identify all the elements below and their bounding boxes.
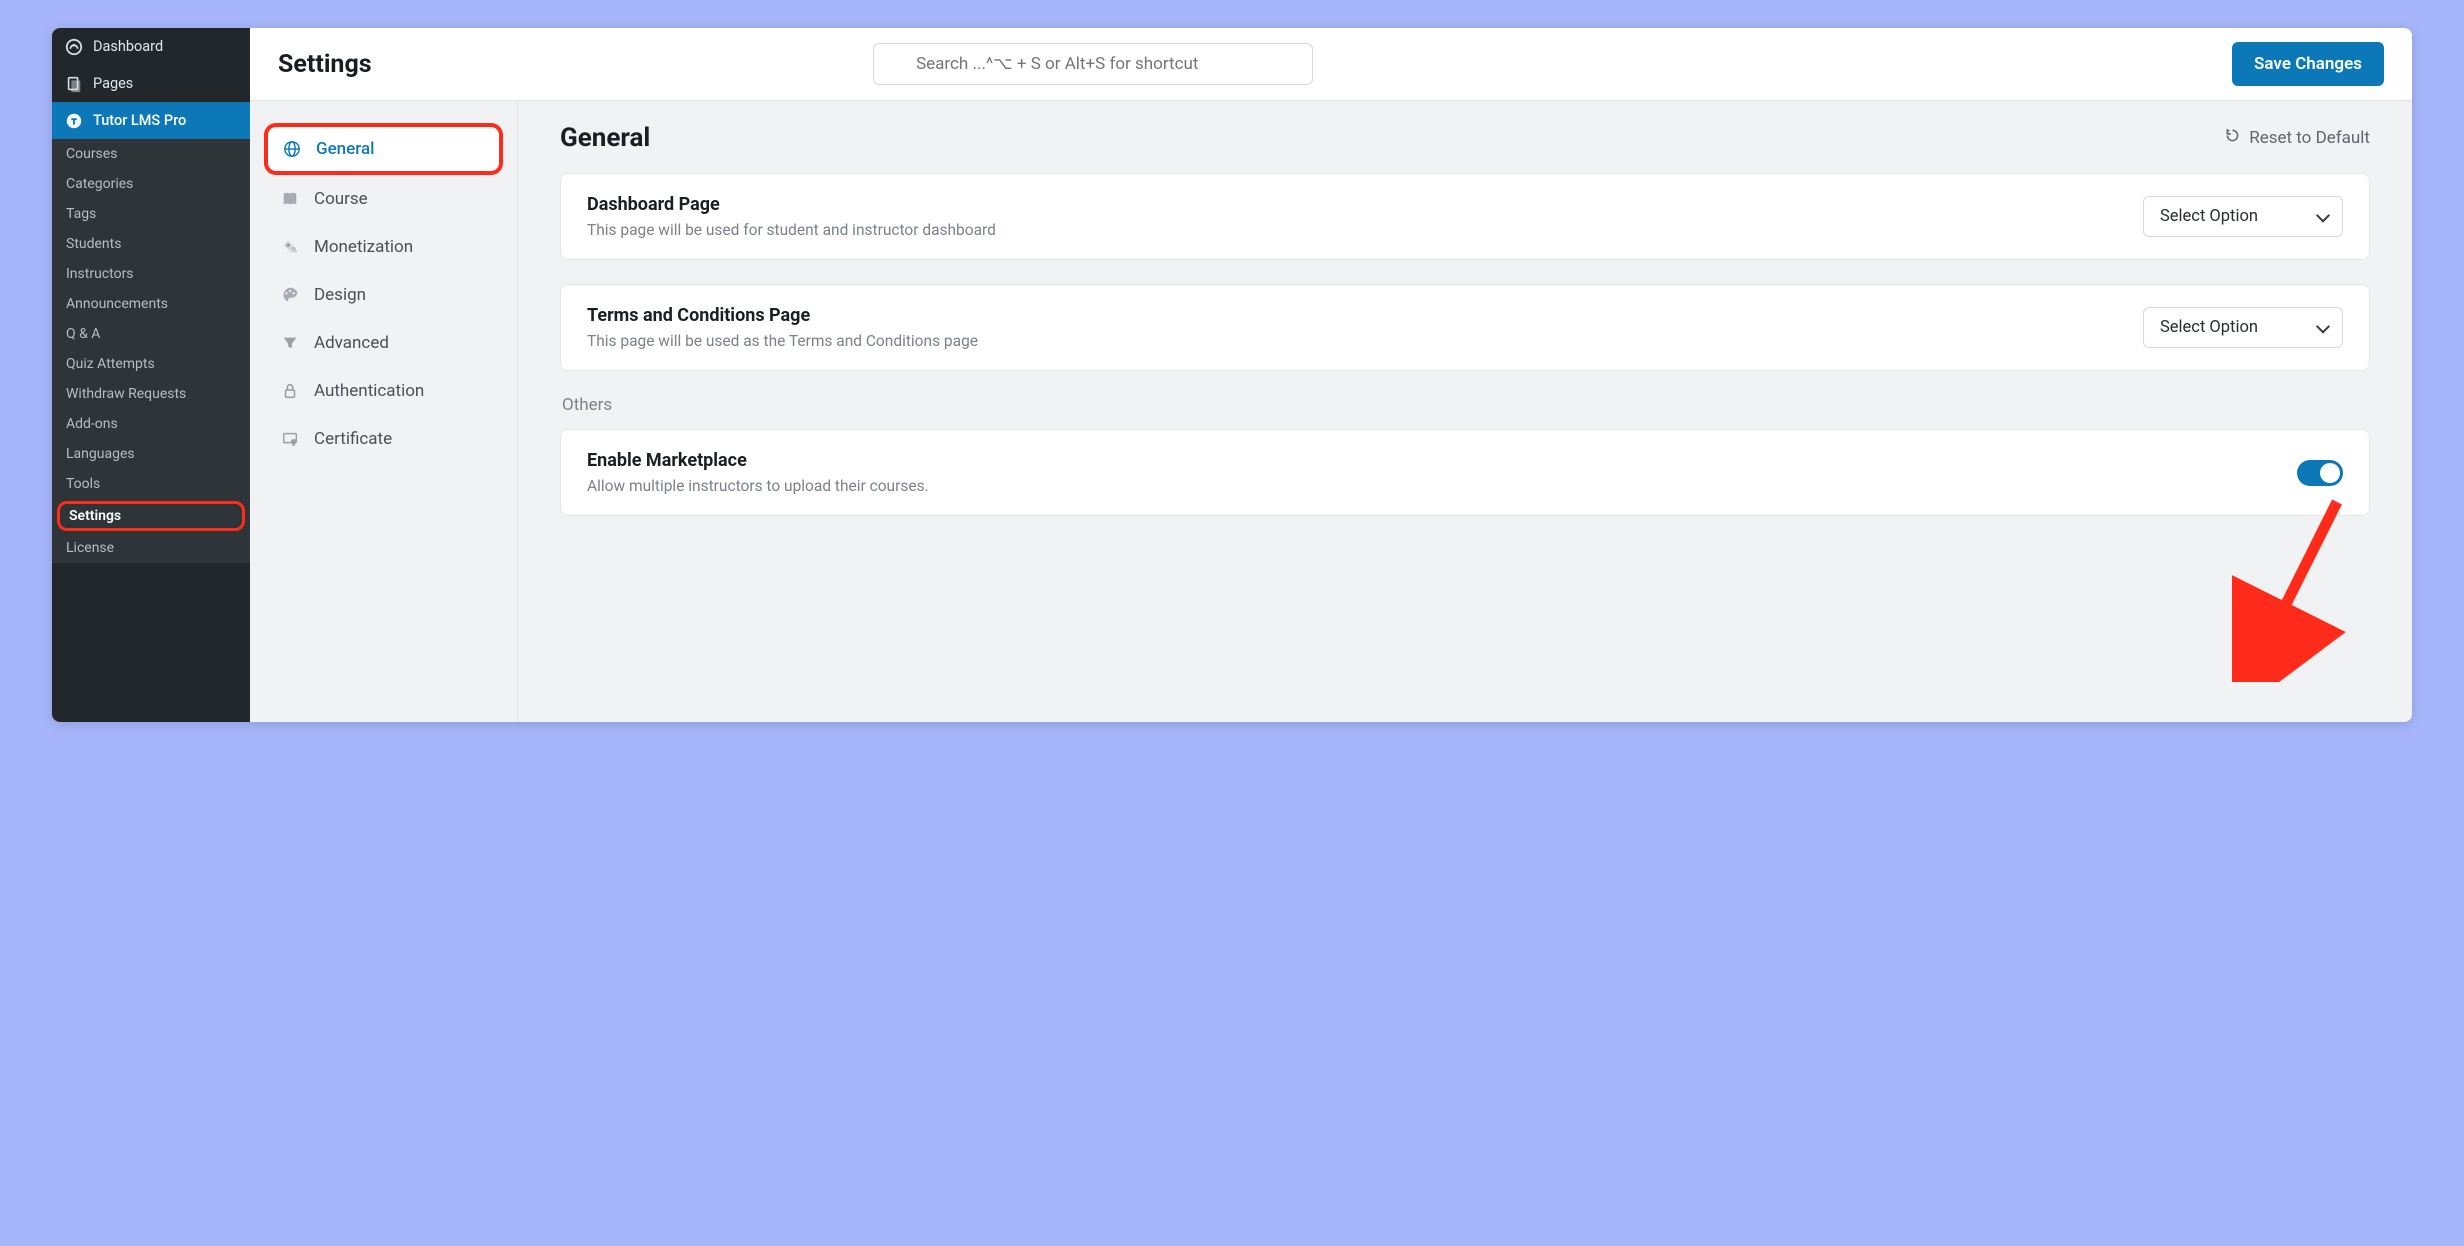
lock-icon: [280, 381, 300, 401]
setting-description: This page will be used for student and i…: [587, 221, 996, 239]
submenu-instructors[interactable]: Instructors: [52, 259, 250, 289]
reset-label: Reset to Default: [2249, 128, 2370, 148]
tab-label: Certificate: [314, 429, 392, 449]
submenu-withdraw-requests[interactable]: Withdraw Requests: [52, 379, 250, 409]
tab-label: General: [316, 139, 374, 159]
tab-label: Authentication: [314, 381, 424, 401]
search-input[interactable]: [873, 43, 1313, 85]
setting-title: Terms and Conditions Page: [587, 305, 978, 326]
section-heading: General: [560, 123, 650, 153]
tab-label: Course: [314, 189, 368, 209]
dashboard-page-select[interactable]: Select Option: [2143, 196, 2343, 237]
section-label-others: Others: [562, 395, 2370, 415]
submenu-settings[interactable]: Settings: [57, 501, 245, 531]
tab-course[interactable]: Course: [264, 175, 503, 223]
page-title: Settings: [278, 50, 372, 79]
submenu-qa[interactable]: Q & A: [52, 319, 250, 349]
book-icon: [280, 189, 300, 209]
setting-enable-marketplace: Enable Marketplace Allow multiple instru…: [560, 429, 2370, 516]
palette-icon: [280, 285, 300, 305]
submenu-addons[interactable]: Add-ons: [52, 409, 250, 439]
sidebar-item-pages[interactable]: Pages: [52, 65, 250, 102]
sidebar-label: Dashboard: [93, 38, 163, 55]
setting-text: Dashboard Page This page will be used fo…: [587, 194, 996, 239]
pages-icon: [65, 75, 83, 93]
tab-label: Advanced: [314, 333, 389, 353]
save-changes-button[interactable]: Save Changes: [2232, 42, 2384, 86]
filter-icon: [280, 333, 300, 353]
sidebar-item-dashboard[interactable]: Dashboard: [52, 28, 250, 65]
tab-label: Design: [314, 285, 366, 305]
settings-tabs: General Course % Monetization: [250, 101, 518, 722]
sidebar-item-tutor-lms[interactable]: Tutor LMS Pro: [52, 102, 250, 139]
submenu-quiz-attempts[interactable]: Quiz Attempts: [52, 349, 250, 379]
globe-icon: [282, 139, 302, 159]
tutor-icon: [65, 112, 83, 130]
certificate-icon: [280, 429, 300, 449]
topbar: Settings Save Changes: [250, 28, 2412, 101]
setting-description: This page will be used as the Terms and …: [587, 332, 978, 350]
submenu-tags[interactable]: Tags: [52, 199, 250, 229]
search-wrap: [813, 43, 1373, 85]
svg-text:%: %: [292, 245, 297, 254]
content-header: General Reset to Default: [560, 123, 2370, 153]
settings-body: General Course % Monetization: [250, 101, 2412, 722]
settings-content: General Reset to Default Dashboard Page …: [518, 101, 2412, 722]
settings-panel: Settings Save Changes General: [250, 28, 2412, 722]
sidebar-submenu: Courses Categories Tags Students Instruc…: [52, 139, 250, 563]
reset-to-default-button[interactable]: Reset to Default: [2224, 127, 2370, 149]
setting-description: Allow multiple instructors to upload the…: [587, 477, 929, 495]
setting-terms-page: Terms and Conditions Page This page will…: [560, 284, 2370, 371]
tab-monetization[interactable]: % Monetization: [264, 223, 503, 271]
setting-dashboard-page: Dashboard Page This page will be used fo…: [560, 173, 2370, 260]
setting-title: Dashboard Page: [587, 194, 996, 215]
tab-general[interactable]: General: [264, 123, 503, 175]
app-frame: Dashboard Pages Tutor LMS Pro Courses Ca…: [52, 28, 2412, 722]
dashboard-icon: [65, 38, 83, 56]
submenu-courses[interactable]: Courses: [52, 139, 250, 169]
sidebar-label: Pages: [93, 75, 133, 92]
tab-design[interactable]: Design: [264, 271, 503, 319]
setting-text: Enable Marketplace Allow multiple instru…: [587, 450, 929, 495]
terms-page-select[interactable]: Select Option: [2143, 307, 2343, 348]
enable-marketplace-toggle[interactable]: [2297, 460, 2343, 486]
submenu-categories[interactable]: Categories: [52, 169, 250, 199]
submenu-languages[interactable]: Languages: [52, 439, 250, 469]
setting-title: Enable Marketplace: [587, 450, 929, 471]
tab-certificate[interactable]: Certificate: [264, 415, 503, 463]
reset-icon: [2224, 127, 2241, 149]
tab-label: Monetization: [314, 237, 413, 257]
money-icon: %: [280, 237, 300, 257]
submenu-students[interactable]: Students: [52, 229, 250, 259]
submenu-tools[interactable]: Tools: [52, 469, 250, 499]
sidebar-label: Tutor LMS Pro: [93, 112, 186, 129]
tab-advanced[interactable]: Advanced: [264, 319, 503, 367]
tab-authentication[interactable]: Authentication: [264, 367, 503, 415]
submenu-announcements[interactable]: Announcements: [52, 289, 250, 319]
wp-admin-sidebar: Dashboard Pages Tutor LMS Pro Courses Ca…: [52, 28, 250, 722]
setting-text: Terms and Conditions Page This page will…: [587, 305, 978, 350]
submenu-license[interactable]: License: [52, 533, 250, 563]
